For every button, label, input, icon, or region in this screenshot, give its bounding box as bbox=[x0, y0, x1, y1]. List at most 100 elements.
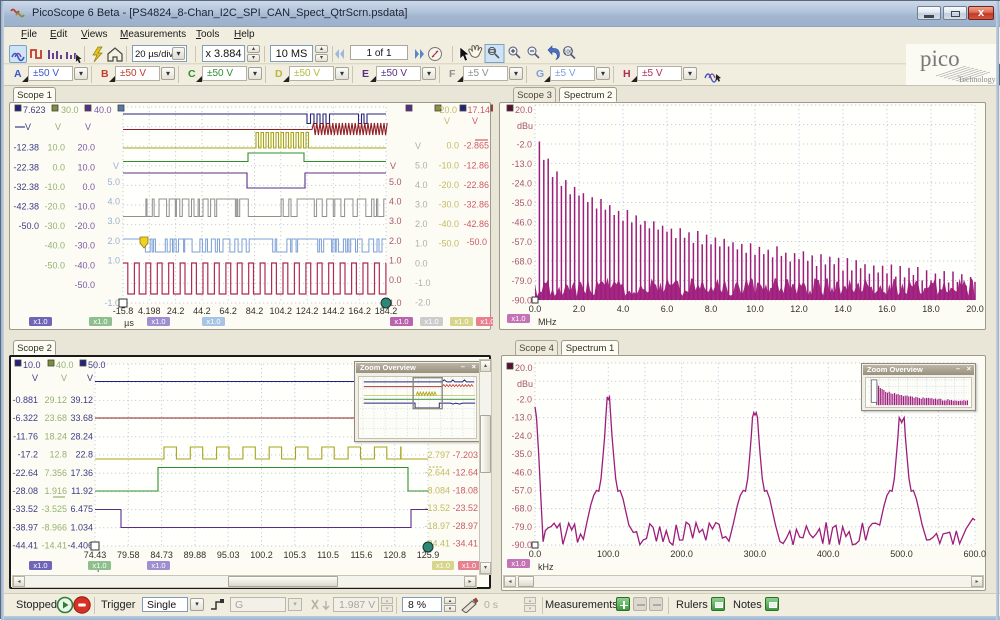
svg-text:-79.0: -79.0 bbox=[511, 276, 532, 286]
svg-text:-22.64: -22.64 bbox=[12, 468, 38, 478]
svg-text:-28.97: -28.97 bbox=[452, 521, 478, 531]
svg-text:x1.0: x1.0 bbox=[33, 317, 47, 326]
svg-text:-23.52: -23.52 bbox=[452, 503, 478, 513]
svg-text:-34.41: -34.41 bbox=[452, 539, 478, 549]
svg-text:4.0: 4.0 bbox=[107, 197, 120, 207]
svg-text:104.2: 104.2 bbox=[270, 306, 293, 316]
svg-text:2.0: 2.0 bbox=[573, 304, 586, 314]
svg-text:105.3: 105.3 bbox=[284, 550, 307, 560]
svg-text:-32.86: -32.86 bbox=[463, 200, 489, 210]
svg-text:5.0: 5.0 bbox=[389, 177, 402, 187]
svg-text:-10.0: -10.0 bbox=[44, 182, 65, 192]
svg-text:5.0: 5.0 bbox=[415, 160, 428, 170]
svg-text:84.2: 84.2 bbox=[246, 306, 264, 316]
svg-text:x1.0: x1.0 bbox=[92, 561, 106, 570]
svg-text:x1.0: x1.0 bbox=[462, 561, 476, 570]
svg-text:600.0: 600.0 bbox=[964, 549, 987, 559]
svg-text:50.0: 50.0 bbox=[88, 360, 106, 370]
svg-text:-24.0: -24.0 bbox=[511, 431, 532, 441]
svg-text:V: V bbox=[390, 161, 396, 171]
svg-text:-50.0: -50.0 bbox=[18, 221, 39, 231]
svg-text:1.916: 1.916 bbox=[44, 486, 67, 496]
svg-text:-30.0: -30.0 bbox=[44, 221, 65, 231]
svg-text:x1.0: x1.0 bbox=[511, 559, 525, 568]
svg-text:4.0: 4.0 bbox=[389, 197, 402, 207]
svg-text:124.2: 124.2 bbox=[296, 306, 319, 316]
svg-text:-46.0: -46.0 bbox=[511, 467, 532, 477]
svg-text:10.0: 10.0 bbox=[23, 360, 41, 370]
svg-text:dBu: dBu bbox=[517, 121, 533, 131]
svg-text:-2.0: -2.0 bbox=[516, 395, 532, 405]
svg-text:-30.0: -30.0 bbox=[74, 241, 95, 251]
svg-text:V: V bbox=[87, 373, 93, 383]
svg-text:-30.0: -30.0 bbox=[438, 200, 459, 210]
svg-text:-13.52: -13.52 bbox=[424, 503, 450, 513]
svg-text:100: 100 bbox=[563, 50, 572, 56]
svg-text:6.0: 6.0 bbox=[661, 304, 674, 314]
svg-text:x1.0: x1.0 bbox=[480, 317, 493, 326]
svg-text:-57.0: -57.0 bbox=[511, 486, 532, 496]
svg-text:28.24: 28.24 bbox=[70, 431, 93, 441]
svg-text:3.0: 3.0 bbox=[107, 216, 120, 226]
svg-text:-12.86: -12.86 bbox=[463, 160, 489, 170]
svg-text:11.92: 11.92 bbox=[71, 486, 93, 496]
svg-text:-12.38: -12.38 bbox=[13, 143, 39, 153]
svg-text:V: V bbox=[415, 141, 421, 151]
svg-text:Technology: Technology bbox=[958, 75, 996, 84]
svg-text:4.0: 4.0 bbox=[415, 180, 428, 190]
svg-text:40.0: 40.0 bbox=[56, 360, 74, 370]
svg-text:-10.0: -10.0 bbox=[438, 160, 459, 170]
svg-text:-3.525: -3.525 bbox=[41, 504, 67, 514]
svg-text:1.034: 1.034 bbox=[70, 522, 93, 532]
svg-text:100.0: 100.0 bbox=[597, 549, 620, 559]
svg-text:8.0: 8.0 bbox=[705, 304, 718, 314]
svg-text:-40.0: -40.0 bbox=[438, 219, 459, 229]
svg-text:MHz: MHz bbox=[538, 317, 557, 327]
svg-text:-44.41: -44.41 bbox=[12, 541, 38, 551]
svg-text:-20.0: -20.0 bbox=[74, 221, 95, 231]
svg-text:2.797: 2.797 bbox=[427, 450, 450, 460]
svg-text:-42.86: -42.86 bbox=[463, 219, 489, 229]
svg-text:-50.0: -50.0 bbox=[74, 280, 95, 290]
svg-text:-22.38: -22.38 bbox=[13, 162, 39, 172]
svg-text:-8.084: -8.084 bbox=[424, 485, 450, 495]
svg-text:110.5: 110.5 bbox=[317, 550, 339, 560]
svg-text:-68.0: -68.0 bbox=[511, 504, 532, 514]
svg-text:20.0: 20.0 bbox=[77, 143, 95, 153]
svg-text:89.88: 89.88 bbox=[184, 550, 207, 560]
svg-text:-24.0: -24.0 bbox=[511, 179, 532, 189]
svg-text:2.0: 2.0 bbox=[107, 236, 120, 246]
svg-text:-46.0: -46.0 bbox=[511, 218, 532, 228]
svg-text:144.2: 144.2 bbox=[322, 306, 345, 316]
svg-text:-12.64: -12.64 bbox=[452, 468, 478, 478]
svg-text:V: V bbox=[61, 373, 67, 383]
svg-text:33.68: 33.68 bbox=[70, 413, 93, 423]
svg-text:16.0: 16.0 bbox=[878, 304, 896, 314]
svg-text:x1.0: x1.0 bbox=[511, 314, 525, 323]
svg-text:23.68: 23.68 bbox=[44, 413, 67, 423]
svg-text:20.0: 20.0 bbox=[439, 105, 457, 115]
svg-text:-40.0: -40.0 bbox=[44, 241, 65, 251]
svg-text:-0.881: -0.881 bbox=[12, 395, 38, 405]
svg-text:39.12: 39.12 bbox=[70, 395, 93, 405]
svg-text:2.0: 2.0 bbox=[389, 236, 402, 246]
svg-text:-7.203: -7.203 bbox=[452, 450, 478, 460]
svg-text:3.0: 3.0 bbox=[389, 216, 402, 226]
svg-text:44.2: 44.2 bbox=[193, 306, 211, 316]
svg-text:x1.0: x1.0 bbox=[424, 317, 438, 326]
svg-text:0.0: 0.0 bbox=[415, 258, 428, 268]
svg-text:115.6: 115.6 bbox=[350, 550, 372, 560]
svg-text:-2.0: -2.0 bbox=[516, 140, 532, 150]
svg-text:300.0: 300.0 bbox=[744, 549, 767, 559]
svg-text:-33.52: -33.52 bbox=[12, 504, 38, 514]
svg-text:-2.0: -2.0 bbox=[415, 298, 431, 308]
svg-text:-2.644: -2.644 bbox=[424, 468, 450, 478]
svg-text:V: V bbox=[85, 122, 91, 132]
svg-text:µs: µs bbox=[124, 318, 134, 328]
svg-text:-42.38: -42.38 bbox=[13, 202, 39, 212]
svg-text:74.43: 74.43 bbox=[84, 550, 107, 560]
svg-text:14.0: 14.0 bbox=[834, 304, 852, 314]
svg-text:V: V bbox=[25, 122, 31, 132]
svg-text:kHz: kHz bbox=[538, 562, 554, 571]
svg-text:0.0: 0.0 bbox=[52, 162, 65, 172]
